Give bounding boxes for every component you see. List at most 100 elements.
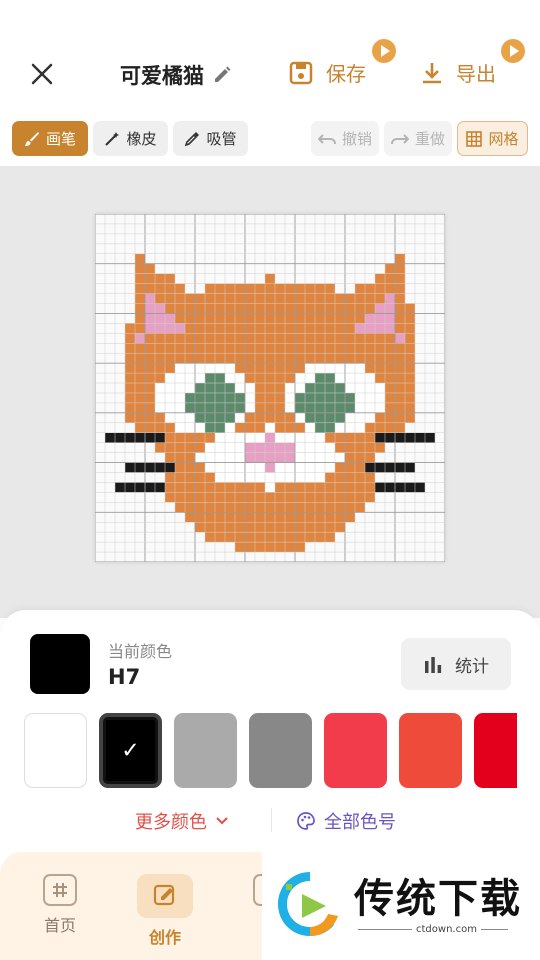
pixel-cell[interactable] [385,383,395,393]
pixel-cell[interactable] [155,273,165,284]
pixel-cell[interactable] [245,472,255,483]
pixel-cell[interactable] [325,363,335,374]
pixel-cell[interactable] [165,472,175,483]
pixel-cell[interactable] [295,442,305,453]
pixel-cell[interactable] [375,462,385,473]
pixel-cell[interactable] [265,303,275,314]
pixel-cell[interactable] [225,363,235,374]
pixel-cell[interactable] [285,512,295,523]
pixel-cell[interactable] [295,422,305,433]
pixel-cell[interactable] [195,522,205,533]
pixel-cell[interactable] [285,532,295,543]
pixel-cell[interactable] [225,532,235,543]
pixel-cell[interactable] [135,293,145,304]
pixel-cell[interactable] [345,452,355,463]
pixel-cell[interactable] [305,492,315,503]
pixel-cell[interactable] [225,512,235,523]
pixel-cell[interactable] [275,402,285,413]
pixel-cell[interactable] [335,522,345,533]
pixel-cell[interactable] [265,452,275,463]
pixel-cell[interactable] [295,402,305,413]
pixel-cell[interactable] [305,283,315,294]
pixel-cell[interactable] [235,303,245,314]
pixel-cell[interactable] [315,532,325,543]
pixel-cell[interactable] [185,313,195,324]
pixel-cell[interactable] [255,522,265,533]
pixel-cell[interactable] [195,313,205,324]
pixel-cell[interactable] [215,462,225,473]
pixel-cell[interactable] [245,363,255,374]
pixel-cell[interactable] [165,303,175,314]
pixel-cell[interactable] [195,323,205,334]
pixel-cell[interactable] [325,313,335,324]
color-swatch[interactable] [249,713,312,788]
pixel-cell[interactable] [255,283,265,294]
pixel-cell[interactable] [185,353,195,364]
pixel-cell[interactable] [245,512,255,523]
eraser-tool-button[interactable]: 橡皮 [93,121,168,156]
pixel-cell[interactable] [315,512,325,523]
pixel-cell[interactable] [185,343,195,354]
pixel-cell[interactable] [235,383,245,393]
all-color-codes-button[interactable]: 全部色号 [296,808,396,834]
pixel-cell[interactable] [325,462,335,473]
pixel-cell[interactable] [215,383,225,393]
pixel-art-canvas[interactable] [95,214,445,562]
pixel-cell[interactable] [145,353,155,364]
pixel-cell[interactable] [395,353,405,364]
pixel-cell[interactable] [245,283,255,294]
pixel-cell[interactable] [335,402,345,413]
pixel-cell[interactable] [295,412,305,423]
pixel-cell[interactable] [345,293,355,304]
pixel-cell[interactable] [405,392,415,403]
pixel-cell[interactable] [245,482,255,493]
pixel-cell[interactable] [215,303,225,314]
pixel-cell[interactable] [155,412,165,423]
pixel-cell[interactable] [215,412,225,423]
pixel-cell[interactable] [305,512,315,523]
pixel-cell[interactable] [345,462,355,473]
pixel-cell[interactable] [185,333,195,344]
pixel-cell[interactable] [395,422,405,433]
pixel-cell[interactable] [165,293,175,304]
pixel-cell[interactable] [205,522,215,533]
pixel-cell[interactable] [255,293,265,304]
pixel-cell[interactable] [395,333,405,344]
pixel-cell[interactable] [275,333,285,344]
pixel-cell[interactable] [295,532,305,543]
pixel-cell[interactable] [195,303,205,314]
pixel-cell[interactable] [385,422,395,433]
pixel-cell[interactable] [185,442,195,453]
color-swatch[interactable] [474,713,517,788]
pixel-cell[interactable] [255,462,265,473]
pixel-cell[interactable] [345,343,355,354]
brush-tool-button[interactable]: 画笔 [12,121,88,156]
pixel-cell[interactable] [405,363,415,374]
pixel-cell[interactable] [385,333,395,344]
pixel-cell[interactable] [395,253,405,264]
pixel-cell[interactable] [245,462,255,473]
pixel-cell[interactable] [225,472,235,483]
pixel-cell[interactable] [145,373,155,384]
pixel-cell[interactable] [195,373,205,384]
pixel-cell[interactable] [335,392,345,403]
pixel-cell[interactable] [335,482,345,493]
pixel-cell[interactable] [205,283,215,294]
pixel-cell[interactable] [235,313,245,324]
pixel-cell[interactable] [165,333,175,344]
pixel-cell[interactable] [165,402,175,413]
pixel-cell[interactable] [325,472,335,483]
pixel-cell[interactable] [165,422,175,433]
pixel-cell[interactable] [235,293,245,304]
pixel-cell[interactable] [295,472,305,483]
pixel-cell[interactable] [295,452,305,463]
pixel-cell[interactable] [265,532,275,543]
pixel-cell[interactable] [355,502,365,513]
pixel-cell[interactable] [395,263,405,274]
pixel-cell[interactable] [145,343,155,354]
pixel-cell[interactable] [235,373,245,384]
pixel-cell[interactable] [195,392,205,403]
pixel-cell[interactable] [285,492,295,503]
pixel-cell[interactable] [285,353,295,364]
pixel-cell[interactable] [315,402,325,413]
